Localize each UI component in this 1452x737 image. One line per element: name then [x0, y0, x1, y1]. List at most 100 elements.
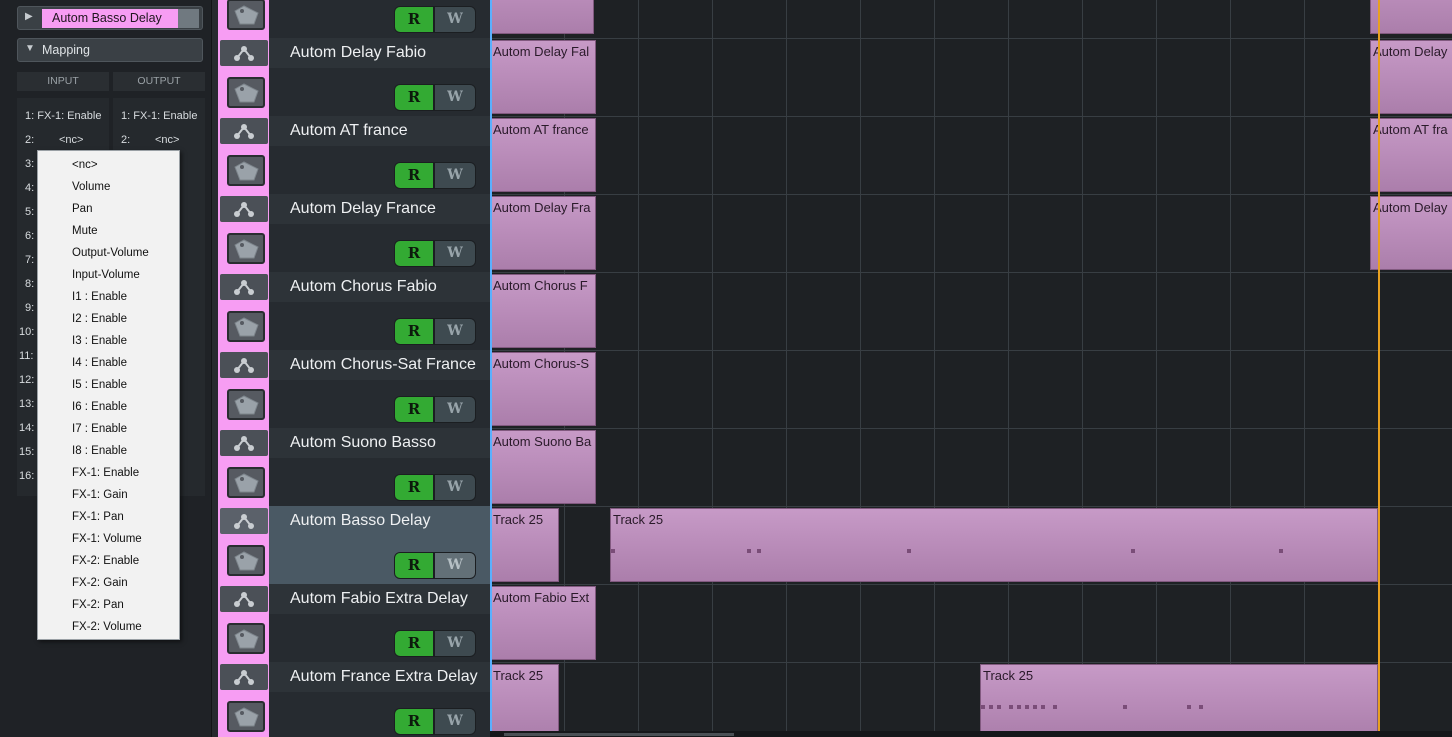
- automation-clip[interactable]: Autom Chorus F: [490, 274, 596, 348]
- write-automation-button[interactable]: W: [434, 630, 476, 657]
- dropdown-item[interactable]: I4 : Enable: [38, 352, 179, 374]
- dropdown-item[interactable]: FX-1: Enable: [38, 462, 179, 484]
- automation-tag-icon[interactable]: [227, 545, 265, 576]
- output-row[interactable]: 1: FX-1: Enable: [121, 110, 197, 134]
- automation-node-icon[interactable]: [220, 664, 268, 690]
- dropdown-item[interactable]: Volume: [38, 176, 179, 198]
- collapse-triangle-icon[interactable]: ▼: [25, 43, 35, 54]
- read-automation-button[interactable]: R: [394, 708, 434, 735]
- track-header[interactable]: Autom Suono Basso R W: [212, 428, 490, 506]
- input-row[interactable]: 5:: [25, 206, 34, 230]
- input-row[interactable]: 14:: [19, 422, 34, 446]
- write-automation-button[interactable]: W: [434, 162, 476, 189]
- track-header[interactable]: Autom Chorus-Sat France R W: [212, 350, 490, 428]
- dropdown-item[interactable]: I1 : Enable: [38, 286, 179, 308]
- automation-track-header[interactable]: ▶ Autom Basso Delay: [17, 6, 203, 30]
- dropdown-item[interactable]: FX-2: Gain: [38, 572, 179, 594]
- automation-point[interactable]: [1041, 705, 1045, 709]
- input-row[interactable]: 13:: [19, 398, 34, 422]
- automation-clip[interactable]: Track 25: [980, 664, 1378, 731]
- write-automation-button[interactable]: W: [434, 6, 476, 33]
- automation-node-icon[interactable]: [220, 196, 268, 222]
- arrange-timeline[interactable]: Autom Delay Fal Autom Delay Autom AT franc…: [490, 0, 1452, 731]
- track-name[interactable]: Autom Delay Fabio: [290, 44, 426, 62]
- automation-clip[interactable]: Autom Delay: [1370, 196, 1452, 270]
- automation-clip[interactable]: Autom AT france: [490, 118, 596, 192]
- dropdown-item[interactable]: I7 : Enable: [38, 418, 179, 440]
- automation-point[interactable]: [997, 705, 1001, 709]
- automation-point[interactable]: [981, 705, 985, 709]
- read-automation-button[interactable]: R: [394, 318, 434, 345]
- automation-node-icon[interactable]: [220, 508, 268, 534]
- dropdown-item[interactable]: I5 : Enable: [38, 374, 179, 396]
- track-name[interactable]: Autom Chorus Fabio: [290, 278, 437, 296]
- dropdown-item[interactable]: <nc>: [38, 154, 179, 176]
- automation-clip[interactable]: Autom Chorus-S: [490, 352, 596, 426]
- expand-triangle-icon[interactable]: ▶: [25, 11, 33, 22]
- automation-tag-icon[interactable]: [227, 77, 265, 108]
- automation-point[interactable]: [1279, 549, 1283, 553]
- input-row[interactable]: 4:: [25, 182, 34, 206]
- input-row-value[interactable]: <nc>: [59, 134, 83, 146]
- automation-node-icon[interactable]: [220, 274, 268, 300]
- input-row[interactable]: 2: <nc>: [25, 134, 83, 158]
- input-row[interactable]: 10:: [19, 326, 34, 350]
- track-header[interactable]: Autom Chorus Fabio R W: [212, 272, 490, 350]
- write-automation-button[interactable]: W: [434, 318, 476, 345]
- horizontal-scrollbar[interactable]: [490, 731, 1452, 737]
- read-automation-button[interactable]: R: [394, 6, 434, 33]
- automation-clip[interactable]: [1370, 0, 1452, 34]
- automation-clip[interactable]: [490, 0, 594, 34]
- track-name[interactable]: Autom Suono Basso: [290, 434, 436, 452]
- input-row[interactable]: 1: FX-1: Enable: [25, 110, 101, 134]
- read-automation-button[interactable]: R: [394, 240, 434, 267]
- write-automation-button[interactable]: W: [434, 84, 476, 111]
- input-row[interactable]: 12:: [19, 374, 34, 398]
- input-row[interactable]: 6:: [25, 230, 34, 254]
- track-name[interactable]: Autom Delay France: [290, 200, 436, 218]
- dropdown-item[interactable]: FX-2: Pan: [38, 594, 179, 616]
- track-name[interactable]: Autom Chorus-Sat France: [290, 356, 476, 374]
- input-row[interactable]: 3:: [25, 158, 34, 182]
- automation-clip[interactable]: Autom Delay Fal: [490, 40, 596, 114]
- automation-tag-icon[interactable]: [227, 389, 265, 420]
- dropdown-item[interactable]: FX-2: Enable: [38, 550, 179, 572]
- automation-point[interactable]: [757, 549, 761, 553]
- dropdown-item[interactable]: Mute: [38, 220, 179, 242]
- track-header[interactable]: RW: [212, 0, 490, 38]
- automation-tag-icon[interactable]: [227, 467, 265, 498]
- mapping-section-header[interactable]: ▼ Mapping: [17, 38, 203, 62]
- automation-track-name[interactable]: Autom Basso Delay: [42, 9, 178, 28]
- loop-start-marker[interactable]: [490, 0, 492, 731]
- input-row[interactable]: 11:: [19, 350, 33, 374]
- automation-point[interactable]: [989, 705, 993, 709]
- write-automation-button[interactable]: W: [434, 552, 476, 579]
- read-automation-button[interactable]: R: [394, 474, 434, 501]
- automation-point[interactable]: [1025, 705, 1029, 709]
- track-color-swatch[interactable]: [178, 9, 199, 28]
- read-automation-button[interactable]: R: [394, 162, 434, 189]
- automation-tag-icon[interactable]: [227, 623, 265, 654]
- automation-point[interactable]: [1131, 549, 1135, 553]
- dropdown-item[interactable]: FX-1: Volume: [38, 528, 179, 550]
- dropdown-item[interactable]: FX-1: Pan: [38, 506, 179, 528]
- dropdown-item[interactable]: FX-2: Volume: [38, 616, 179, 638]
- automation-node-icon[interactable]: [220, 352, 268, 378]
- track-header[interactable]: Autom AT france R W: [212, 116, 490, 194]
- track-name[interactable]: Autom AT france: [290, 122, 408, 140]
- track-name[interactable]: Autom Fabio Extra Delay: [290, 590, 468, 608]
- automation-node-icon[interactable]: [220, 586, 268, 612]
- automation-clip[interactable]: Autom Delay: [1370, 40, 1452, 114]
- automation-point[interactable]: [1033, 705, 1037, 709]
- automation-tag-icon[interactable]: [227, 155, 265, 186]
- automation-point[interactable]: [1017, 705, 1021, 709]
- automation-tag-icon[interactable]: [227, 233, 265, 264]
- input-row[interactable]: 7:: [25, 254, 34, 278]
- read-automation-button[interactable]: R: [394, 396, 434, 423]
- input-row[interactable]: 8:: [25, 278, 34, 302]
- track-name[interactable]: Autom Basso Delay: [290, 512, 431, 530]
- output-row-value[interactable]: <nc>: [155, 134, 179, 146]
- dropdown-item[interactable]: I3 : Enable: [38, 330, 179, 352]
- write-automation-button[interactable]: W: [434, 240, 476, 267]
- automation-clip[interactable]: Track 25: [490, 508, 559, 582]
